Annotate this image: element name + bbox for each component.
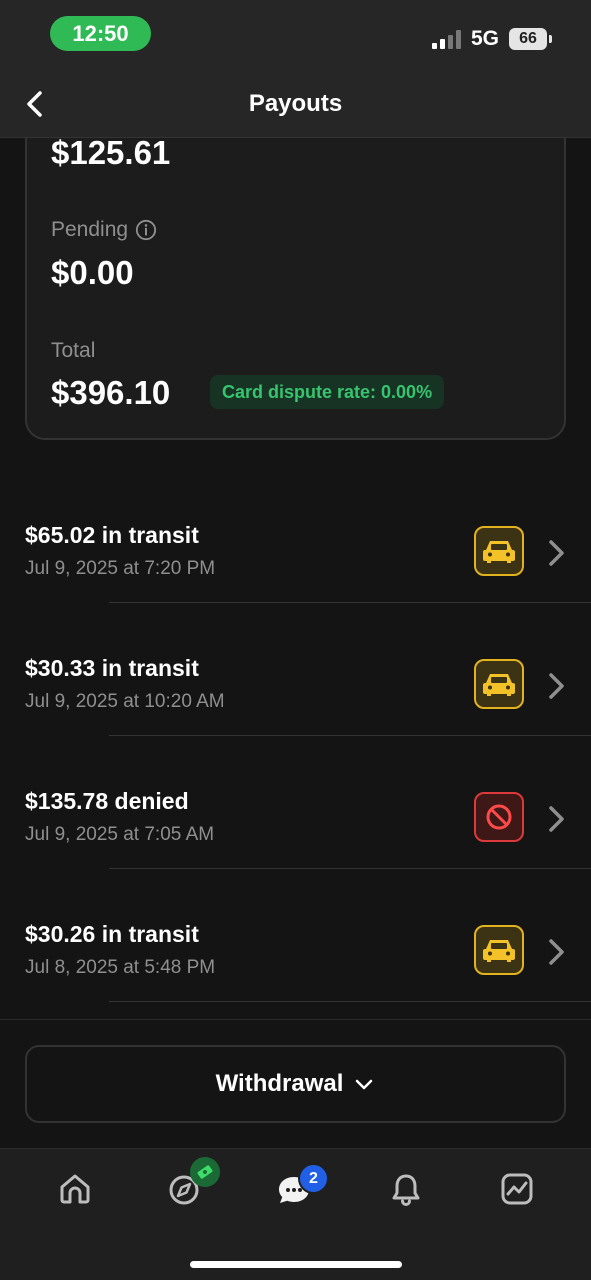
- nav-header: Payouts: [0, 70, 591, 138]
- payout-date: Jul 9, 2025 at 7:05 AM: [25, 824, 215, 845]
- chevron-right-icon: [549, 673, 564, 699]
- chart-icon: [501, 1173, 533, 1205]
- battery-tip: [549, 35, 552, 43]
- page-title: Payouts: [248, 90, 343, 117]
- status-bar: 12:50 5G 66: [0, 0, 591, 70]
- payout-date: Jul 8, 2025 at 5:48 PM: [25, 957, 216, 978]
- car-icon: [474, 526, 524, 576]
- withdrawal-button[interactable]: Withdrawal: [25, 1045, 566, 1123]
- tab-analytics[interactable]: [497, 1169, 537, 1209]
- battery-icon: 66: [509, 28, 547, 50]
- payout-date: Jul 9, 2025 at 10:20 AM: [25, 691, 225, 712]
- row-divider: [109, 1001, 591, 1002]
- money-icon: [190, 1157, 220, 1187]
- chevron-right-icon: [549, 540, 564, 566]
- tab-notifications[interactable]: [386, 1169, 426, 1209]
- cellular-signal-icon: [432, 30, 464, 49]
- denied-icon: [474, 792, 524, 842]
- payout-title: $30.26 in transit: [25, 921, 199, 947]
- home-indicator: [190, 1261, 402, 1268]
- pending-amount: $0.00: [51, 254, 134, 291]
- total-amount: $396.10: [51, 374, 171, 411]
- chat-count-badge: 2: [298, 1163, 329, 1194]
- chevron-down-icon: [356, 1079, 373, 1090]
- balance-summary-card: $125.61 Pending $0.00 Total $396.10 Card…: [25, 110, 566, 440]
- payout-row[interactable]: $30.26 in transit Jul 8, 2025 at 5:48 PM: [0, 869, 591, 1002]
- total-label: Total: [51, 339, 96, 362]
- dispute-rate-badge: Card dispute rate: 0.00%: [210, 375, 445, 409]
- payout-row[interactable]: $65.02 in transit Jul 9, 2025 at 7:20 PM: [0, 470, 591, 603]
- info-icon[interactable]: [135, 219, 157, 241]
- section-divider: [0, 1019, 591, 1020]
- payout-title: $30.33 in transit: [25, 655, 199, 681]
- chevron-right-icon: [549, 939, 564, 965]
- payout-row[interactable]: $135.78 denied Jul 9, 2025 at 7:05 AM: [0, 736, 591, 869]
- status-time: 12:50: [50, 16, 151, 51]
- tab-home[interactable]: [55, 1169, 95, 1209]
- chevron-right-icon: [549, 806, 564, 832]
- bell-icon: [392, 1174, 420, 1206]
- pending-label: Pending: [51, 218, 157, 242]
- withdrawal-label: Withdrawal: [215, 1070, 344, 1097]
- car-icon: [474, 925, 524, 975]
- payout-title: $65.02 in transit: [25, 522, 199, 548]
- pending-label-text: Pending: [51, 218, 129, 241]
- payout-row[interactable]: $30.33 in transit Jul 9, 2025 at 10:20 A…: [0, 603, 591, 736]
- network-type: 5G: [471, 27, 500, 50]
- payout-title: $135.78 denied: [25, 788, 189, 814]
- home-icon: [60, 1174, 90, 1204]
- payout-list: $65.02 in transit Jul 9, 2025 at 7:20 PM…: [0, 470, 591, 1002]
- available-amount: $125.61: [51, 134, 171, 171]
- car-icon: [474, 659, 524, 709]
- payout-date: Jul 9, 2025 at 7:20 PM: [25, 558, 216, 579]
